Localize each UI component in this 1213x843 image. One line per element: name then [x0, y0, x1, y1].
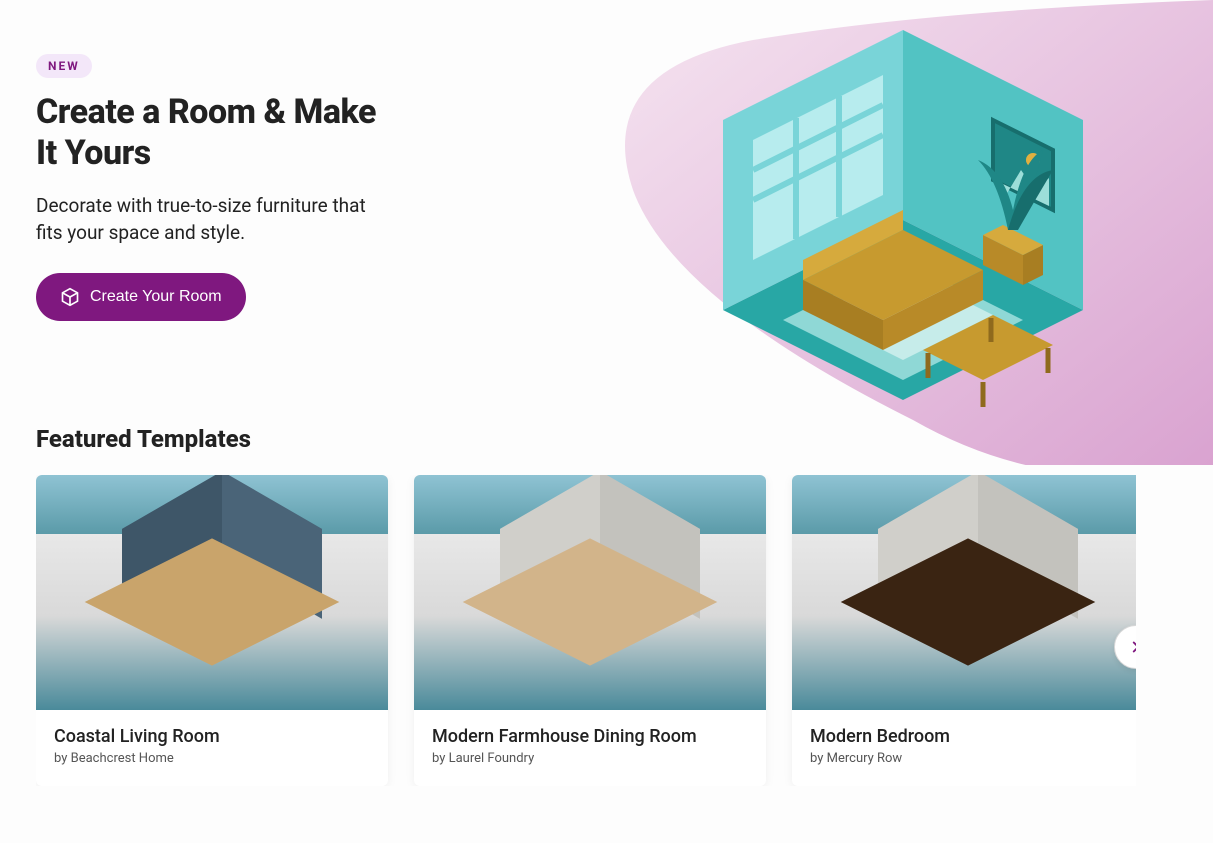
- featured-templates-heading: Featured Templates: [36, 425, 1177, 453]
- template-byline: by Mercury Row: [810, 751, 1126, 766]
- template-card[interactable]: Coastal Living Room by Beachcrest Home: [36, 475, 388, 786]
- chevron-right-icon: [1127, 638, 1136, 656]
- template-card[interactable]: Modern Bedroom by Mercury Row: [792, 475, 1136, 786]
- template-byline: by Beachcrest Home: [54, 751, 370, 766]
- template-title: Modern Farmhouse Dining Room: [432, 726, 748, 747]
- hero-subtitle: Decorate with true-to-size furniture tha…: [36, 192, 376, 247]
- create-room-button[interactable]: Create Your Room: [36, 273, 246, 321]
- new-badge: NEW: [36, 54, 92, 78]
- template-title: Coastal Living Room: [54, 726, 370, 747]
- template-thumbnail: [36, 475, 388, 710]
- templates-carousel: Coastal Living Room by Beachcrest Home M…: [36, 475, 1136, 786]
- template-thumbnail: [414, 475, 766, 710]
- cube-icon: [60, 287, 80, 307]
- template-thumbnail: [792, 475, 1136, 710]
- hero-title: Create a Room & Make It Yours: [36, 92, 396, 174]
- template-byline: by Laurel Foundry: [432, 751, 748, 766]
- create-room-button-label: Create Your Room: [90, 288, 222, 306]
- template-card[interactable]: Modern Farmhouse Dining Room by Laurel F…: [414, 475, 766, 786]
- template-title: Modern Bedroom: [810, 726, 1126, 747]
